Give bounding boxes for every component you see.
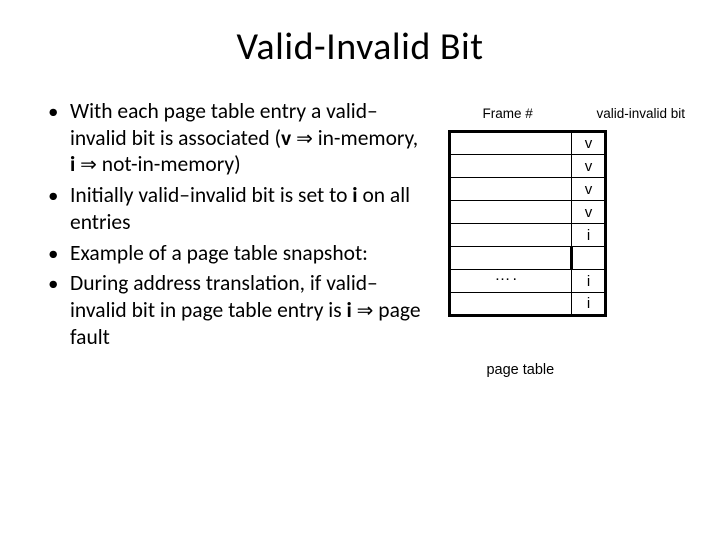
text: Example of a page table snapshot:: [70, 240, 368, 266]
slide-title: Valid-Invalid Bit: [36, 24, 684, 70]
header-frame-number: Frame #: [482, 106, 532, 121]
text: During address translation, if valid–inv…: [70, 270, 378, 323]
table-row: v: [450, 178, 606, 201]
table-row: i: [450, 224, 606, 247]
bullet-list: With each page table entry a valid–inval…: [36, 98, 432, 354]
frame-cell: [450, 293, 572, 316]
table-row: i: [450, 270, 606, 293]
valid-bit-cell: v: [572, 132, 606, 155]
table-row: v: [450, 201, 606, 224]
frame-cell: [450, 201, 572, 224]
text: in-memory,: [313, 125, 418, 151]
frame-cell: [450, 132, 572, 155]
bullet-2: Initially valid–invalid bit is set to i …: [62, 182, 424, 235]
bold-i: i: [70, 151, 75, 177]
text: not-in-memory): [97, 151, 241, 177]
slide: Valid-Invalid Bit With each page table e…: [0, 0, 720, 540]
arrow-icon: ⇒: [80, 154, 97, 176]
figure-caption: page table: [486, 362, 554, 378]
bullet-1: With each page table entry a valid–inval…: [62, 98, 424, 178]
valid-bit-cell: i: [572, 293, 606, 316]
table-wrap: v v v v i: [448, 130, 607, 317]
frame-cell: [450, 224, 572, 247]
valid-bit-cell: v: [572, 155, 606, 178]
table-row: v: [450, 132, 606, 155]
frame-cell: [450, 155, 572, 178]
valid-bit-cell: [572, 247, 606, 270]
valid-bit-cell: v: [572, 201, 606, 224]
table-row: i: [450, 293, 606, 316]
bold-i: i: [347, 297, 352, 323]
table-gap-row: [450, 247, 606, 270]
header-valid-invalid-bit: valid-invalid bit: [596, 106, 685, 121]
valid-bit-cell: i: [572, 270, 606, 293]
arrow-icon: ⇒: [357, 300, 374, 322]
frame-cell: [450, 178, 572, 201]
table-row: v: [450, 155, 606, 178]
valid-bit-cell: v: [572, 178, 606, 201]
text: Initially valid–invalid bit is set to: [70, 182, 352, 208]
valid-bit-cell: i: [572, 224, 606, 247]
content-row: With each page table entry a valid–inval…: [36, 98, 684, 354]
page-table: v v v v i: [448, 130, 607, 317]
bullet-3: Example of a page table snapshot:: [62, 240, 424, 267]
arrow-icon: ⇒: [296, 128, 313, 150]
bullet-4: During address translation, if valid–inv…: [62, 270, 424, 350]
ellipsis-icon: ….: [494, 267, 518, 285]
bold-v: v: [281, 125, 291, 151]
